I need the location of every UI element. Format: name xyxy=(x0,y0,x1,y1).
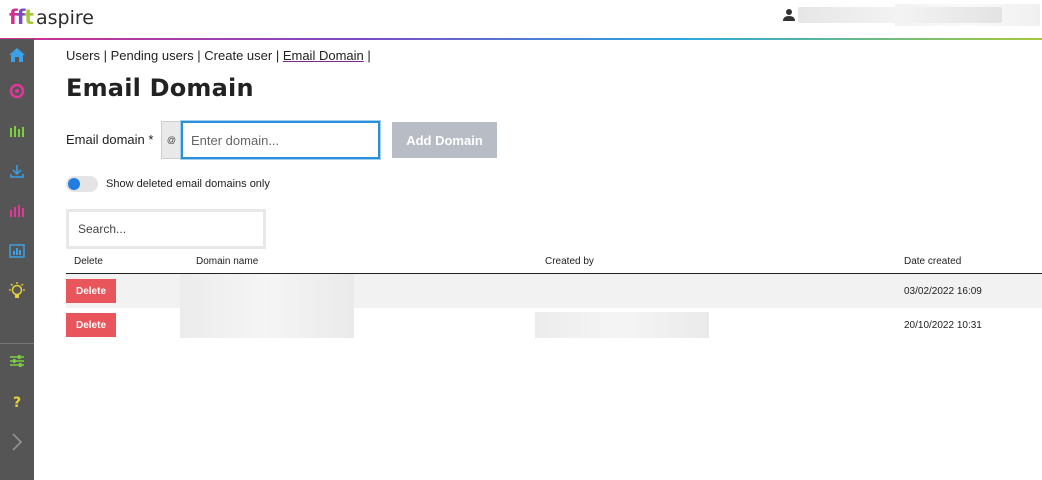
logo-text: aspire xyxy=(35,7,94,29)
sidebar-item-grid[interactable] xyxy=(0,115,34,147)
sidebar-item-target[interactable] xyxy=(0,75,34,107)
email-domain-table: Delete Domain name Created by Date creat… xyxy=(66,252,1042,342)
show-deleted-toggle[interactable] xyxy=(66,176,98,192)
at-symbol-addon: @ xyxy=(161,121,181,159)
user-icon[interactable] xyxy=(783,8,795,22)
table-row: Delete 20/10/2022 10:31 xyxy=(66,308,1042,342)
page-title: Email Domain xyxy=(66,74,254,102)
header-accent-line xyxy=(0,38,1042,40)
header-domain-name[interactable]: Domain name xyxy=(196,256,258,267)
breadcrumb-separator: | xyxy=(99,48,111,63)
search-input[interactable] xyxy=(66,209,266,249)
header-created-by[interactable]: Created by xyxy=(545,256,594,267)
add-domain-button[interactable]: Add Domain xyxy=(392,122,497,158)
sidebar-item-help[interactable]: ? xyxy=(0,387,34,419)
sidebar-expand[interactable] xyxy=(0,426,34,458)
domain-name-redacted xyxy=(180,274,354,308)
toggle-knob xyxy=(68,178,80,190)
fft-aspire-logo[interactable]: fft aspire xyxy=(9,5,94,29)
breadcrumb-pending-users[interactable]: Pending users xyxy=(111,48,194,63)
bar-chart-icon xyxy=(10,205,24,217)
created-by-redacted xyxy=(535,312,709,338)
sidebar-item-charts[interactable] xyxy=(0,195,34,227)
sidebar-item-settings[interactable] xyxy=(0,345,34,377)
breadcrumb-separator: | xyxy=(363,48,371,63)
breadcrumb-users[interactable]: Users xyxy=(66,48,100,63)
breadcrumb-email-domain[interactable]: Email Domain xyxy=(283,48,364,63)
bar-grid-icon xyxy=(10,126,24,137)
domain-name-redacted xyxy=(180,308,354,338)
show-deleted-label: Show deleted email domains only xyxy=(106,178,270,190)
delete-button[interactable]: Delete xyxy=(66,313,116,337)
target-icon xyxy=(9,83,25,99)
email-domain-input[interactable] xyxy=(180,120,381,160)
download-icon xyxy=(10,165,24,178)
sidebar-divider xyxy=(0,343,34,344)
home-icon xyxy=(9,48,25,62)
delete-button[interactable]: Delete xyxy=(66,279,116,303)
sidebar-item-download[interactable] xyxy=(0,155,34,187)
sliders-icon xyxy=(10,355,24,367)
help-icon: ? xyxy=(12,395,22,411)
table-header: Delete Domain name Created by Date creat… xyxy=(66,252,1042,274)
chevron-right-icon xyxy=(12,433,23,451)
date-created-cell: 03/02/2022 16:09 xyxy=(904,285,982,297)
header-date-created[interactable]: Date created xyxy=(904,256,961,267)
sidebar: ? xyxy=(0,39,34,480)
email-domain-label: Email domain * xyxy=(66,132,154,147)
breadcrumb-create-user[interactable]: Create user xyxy=(204,48,272,63)
breadcrumb: Users | Pending users | Create user | Em… xyxy=(66,48,371,63)
lightbulb-icon xyxy=(9,282,25,298)
breadcrumb-separator: | xyxy=(272,48,283,63)
sidebar-item-ideas[interactable] xyxy=(0,275,34,307)
top-bar: fft aspire xyxy=(0,0,1042,39)
table-row: Delete 03/02/2022 16:09 xyxy=(66,274,1042,308)
sidebar-item-reports[interactable] xyxy=(0,235,34,267)
user-name-redacted[interactable] xyxy=(798,7,1002,23)
report-icon xyxy=(9,244,25,258)
sidebar-item-home[interactable] xyxy=(0,39,34,71)
date-created-cell: 20/10/2022 10:31 xyxy=(904,319,982,331)
header-delete[interactable]: Delete xyxy=(74,256,103,267)
breadcrumb-separator: | xyxy=(193,48,205,63)
